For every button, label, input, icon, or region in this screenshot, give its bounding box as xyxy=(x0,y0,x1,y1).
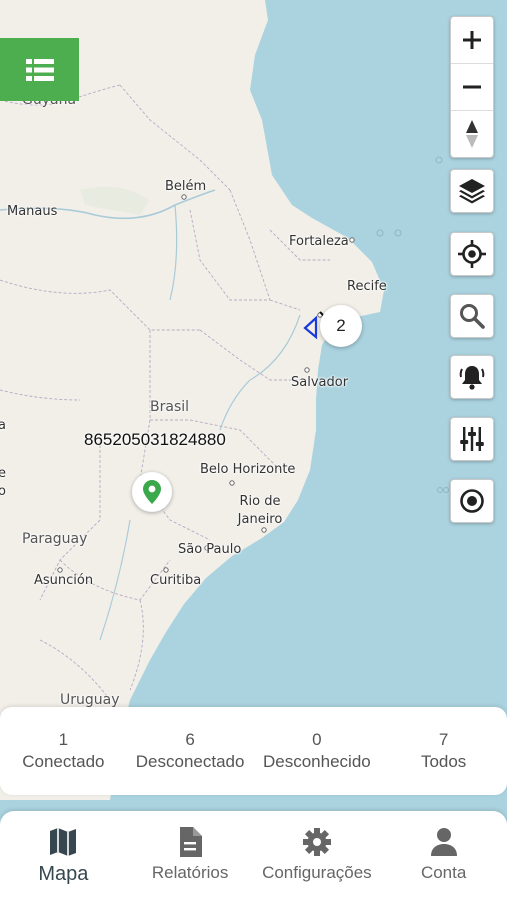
alerts-button[interactable] xyxy=(450,355,494,399)
plus-icon xyxy=(463,31,481,49)
status-label: Todos xyxy=(420,752,467,771)
person-icon xyxy=(430,828,457,856)
search-icon xyxy=(460,304,485,329)
map-label-edge-a: a xyxy=(0,418,6,433)
map-label-belem: Belém xyxy=(165,179,207,194)
map-label-manaus: Manaus xyxy=(7,204,58,219)
nav-item-relatorios[interactable]: Relatórios xyxy=(127,811,254,900)
status-count: 0 xyxy=(312,730,322,749)
filters-button[interactable] xyxy=(450,417,494,461)
nav-item-conta[interactable]: Conta xyxy=(380,811,507,900)
map-label-curitiba: Curitiba xyxy=(150,573,202,588)
device-marker[interactable] xyxy=(132,472,172,512)
layers-button[interactable] xyxy=(450,169,494,213)
map-label-paraguay: Paraguay xyxy=(22,531,88,547)
map-label-fortaleza: Fortaleza xyxy=(289,234,349,249)
status-count: 6 xyxy=(185,730,195,749)
zoom-controls xyxy=(450,16,494,158)
device-cluster[interactable]: 2 xyxy=(320,305,362,347)
list-icon xyxy=(25,58,54,81)
map-label-edge-e: e xyxy=(0,466,6,481)
bottom-navigation: Mapa Relatórios Configurações Conta xyxy=(0,811,507,900)
map-pin-icon xyxy=(143,480,161,504)
device-list-button[interactable] xyxy=(0,38,79,101)
map-icon xyxy=(50,828,77,856)
layers-icon xyxy=(459,179,485,204)
device-status-summary: 1 Conectado 6 Desconectado 0 Desconhecid… xyxy=(0,707,507,795)
map-label-salvador: Salvador xyxy=(291,375,349,390)
document-icon xyxy=(180,827,203,857)
status-label: Desconhecido xyxy=(263,752,371,771)
status-label: Desconectado xyxy=(135,752,245,771)
status-disconnected[interactable]: 6 Desconectado xyxy=(127,707,254,795)
map-label-asuncion: Asunción xyxy=(34,573,94,588)
target-button[interactable] xyxy=(450,479,494,523)
compass-button[interactable] xyxy=(451,111,493,157)
nav-item-mapa[interactable]: Mapa xyxy=(0,811,127,900)
north-arrow-icon xyxy=(466,120,478,148)
zoom-in-button[interactable] xyxy=(451,17,493,64)
nav-label: Relatórios xyxy=(151,863,229,882)
gear-icon xyxy=(302,828,331,856)
nav-label: Mapa xyxy=(38,863,89,885)
locate-button[interactable] xyxy=(450,232,494,276)
nav-label: Configurações xyxy=(262,863,372,882)
status-count: 1 xyxy=(58,730,69,749)
map-label-belo-horizonte: Belo Horizonte xyxy=(200,462,296,477)
map-label-sao-paulo: São Paulo xyxy=(178,542,242,557)
bell-icon xyxy=(459,366,485,390)
device-id-label: 865205031824880 xyxy=(84,430,226,449)
map-label-rio-text: Rio de Janeiro xyxy=(237,494,283,527)
nav-label: Conta xyxy=(420,863,467,882)
nav-item-configuracoes[interactable]: Configurações xyxy=(254,811,381,900)
status-count: 7 xyxy=(438,730,449,749)
sliders-icon xyxy=(460,427,484,451)
target-icon xyxy=(460,489,484,513)
locate-icon xyxy=(458,240,486,268)
status-all[interactable]: 7 Todos xyxy=(380,707,507,795)
status-connected[interactable]: 1 Conectado xyxy=(0,707,127,795)
map-label-recife: Recife xyxy=(347,279,387,294)
map-label-edge-o: o xyxy=(0,484,6,499)
minus-icon xyxy=(463,85,481,89)
map-label-rio: Rio de Janeiro xyxy=(236,493,284,529)
status-unknown[interactable]: 0 Desconhecido xyxy=(254,707,381,795)
search-button[interactable] xyxy=(450,294,494,338)
status-label: Conectado xyxy=(22,752,105,771)
map-label-uruguay: Uruguay xyxy=(60,692,120,708)
map-label-brasil: Brasil xyxy=(150,399,190,415)
zoom-out-button[interactable] xyxy=(451,64,493,111)
